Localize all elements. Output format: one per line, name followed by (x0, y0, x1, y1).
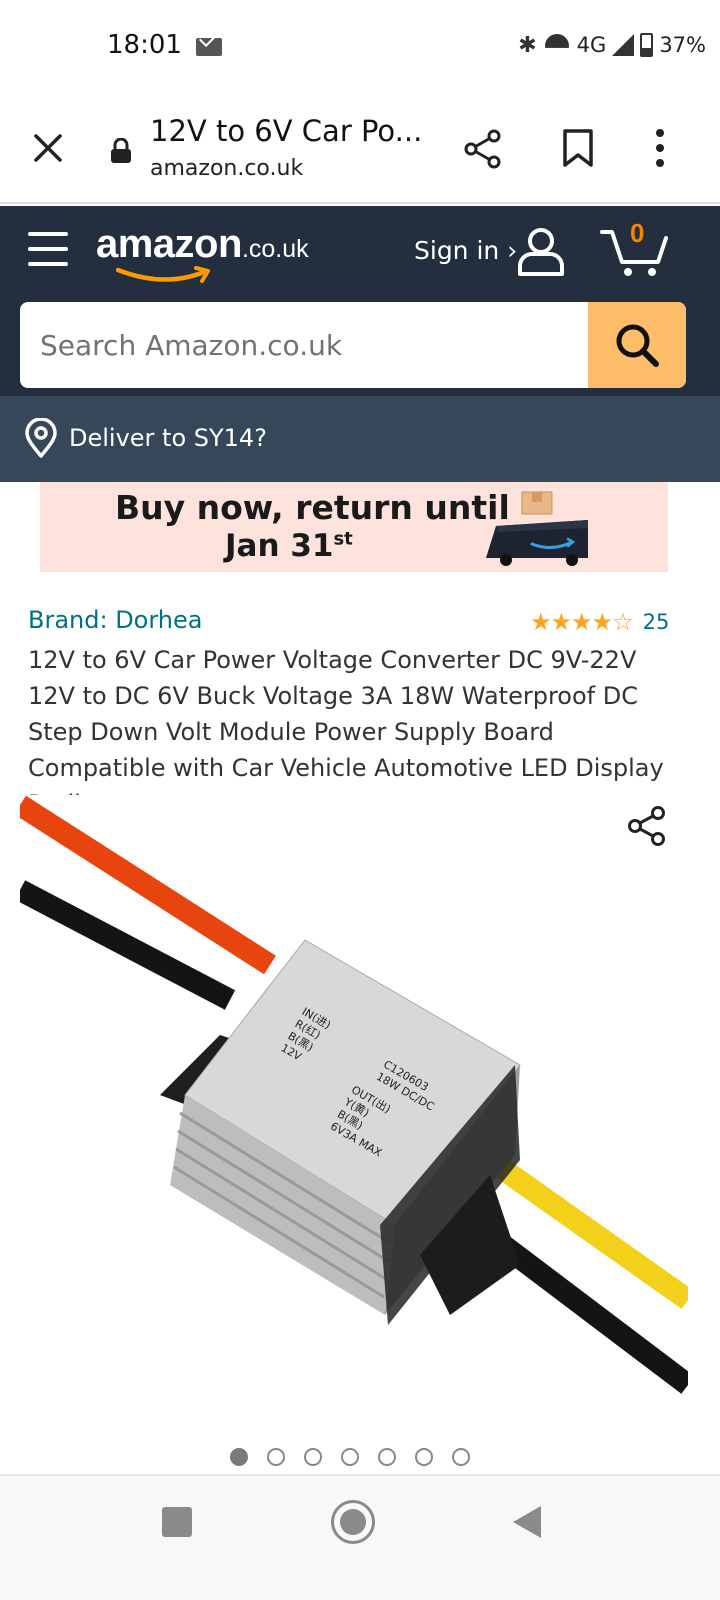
close-icon[interactable] (28, 128, 68, 168)
bluetooth-icon: ✱ (518, 32, 537, 58)
user-icon[interactable] (516, 226, 566, 278)
carousel-dot[interactable] (230, 1448, 248, 1466)
product-image[interactable]: IN(进) R(红) B(黑) 12V C120603 18W DC/DC OU… (20, 795, 688, 1405)
location-pin-icon (25, 418, 57, 458)
banner-line2: Jan 31st (225, 528, 353, 564)
carousel-dot[interactable] (452, 1448, 470, 1466)
signal-icon (612, 34, 635, 56)
wifi-icon (543, 34, 571, 56)
share-icon[interactable] (462, 128, 504, 170)
banner-date: Jan 31 (225, 528, 334, 564)
system-nav-bar (0, 1474, 720, 1600)
page-title[interactable]: 12V to 6V Car Po... (150, 114, 422, 148)
lock-icon (111, 138, 131, 163)
carousel-dot[interactable] (341, 1448, 359, 1466)
image-share-icon[interactable] (625, 804, 669, 848)
carousel-dot[interactable] (415, 1448, 433, 1466)
rating-count: 25 (642, 610, 670, 634)
brand-link[interactable]: Brand: Dorhea (28, 606, 203, 634)
home-icon[interactable] (331, 1500, 375, 1544)
banner-date-suffix: st (333, 528, 353, 550)
recents-icon[interactable] (162, 1507, 192, 1537)
status-icons: ✱ 4G 37% (518, 30, 706, 60)
product-photo: IN(进) R(红) B(黑) 12V C120603 18W DC/DC OU… (20, 795, 688, 1405)
network-type: 4G (576, 33, 607, 57)
status-time: 18:01 (107, 30, 182, 60)
search-input[interactable] (20, 302, 590, 388)
amazon-logo[interactable]: amazon.co.uk (96, 222, 309, 283)
hamburger-menu-icon[interactable] (28, 232, 68, 268)
deliver-to-bar[interactable]: Deliver to SY14? (0, 396, 720, 482)
carousel-dot[interactable] (304, 1448, 322, 1466)
carousel-dots (230, 1448, 470, 1466)
sign-in-link[interactable]: Sign in › (414, 236, 517, 265)
logo-tld: .co.uk (241, 235, 309, 263)
smile-arrow-icon (116, 266, 210, 283)
deliver-to-text: Deliver to SY14? (69, 424, 267, 452)
status-bar: 18:01 ✱ 4G 37% (0, 0, 720, 96)
logo-word: amazon (96, 222, 242, 266)
bookmark-icon[interactable] (562, 128, 594, 168)
more-vert-icon[interactable] (652, 128, 668, 168)
cart-count: 0 (630, 218, 645, 248)
search-box (20, 302, 686, 388)
browser-toolbar: 12V to 6V Car Po... amazon.co.uk (0, 96, 720, 204)
page-url[interactable]: amazon.co.uk (150, 156, 303, 181)
rating-summary[interactable]: ★★★★☆ 25 (530, 608, 669, 636)
carousel-dot[interactable] (267, 1448, 285, 1466)
search-button[interactable] (588, 302, 686, 388)
battery-icon (640, 33, 654, 57)
amazon-header: amazon.co.uk Sign in › 0 (0, 206, 720, 396)
carousel-dot[interactable] (378, 1448, 396, 1466)
mail-icon (196, 38, 222, 56)
battery-percent: 37% (659, 33, 706, 57)
delivery-van-icon (486, 491, 588, 566)
promo-banner[interactable]: Buy now, return until Jan 31st (40, 482, 668, 572)
back-icon[interactable] (513, 1506, 541, 1538)
search-icon (616, 324, 659, 367)
cart-button[interactable]: 0 (600, 218, 670, 278)
star-rating-icon: ★★★★☆ (530, 608, 634, 636)
banner-line1: Buy now, return until (115, 488, 510, 527)
